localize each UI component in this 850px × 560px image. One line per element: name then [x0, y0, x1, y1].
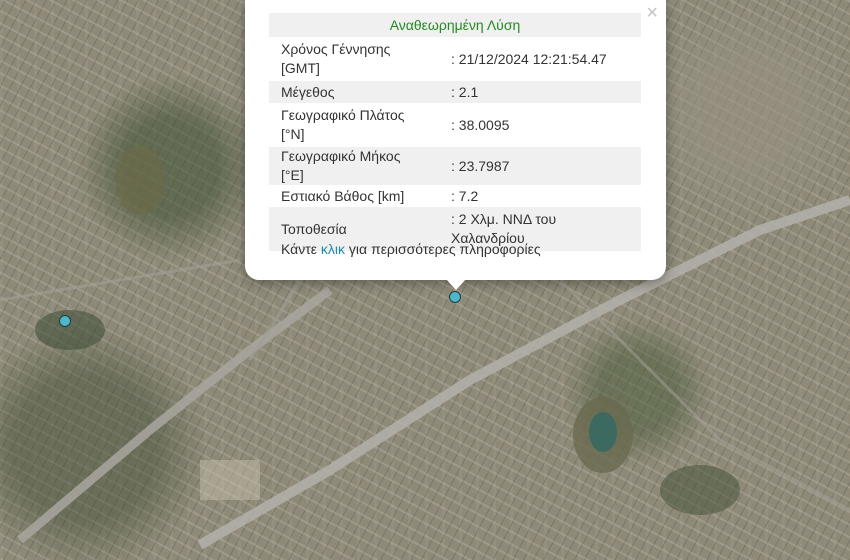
more-info-prefix: Κάντε [281, 241, 321, 257]
magnitude-label: Μέγεθος [269, 81, 439, 103]
longitude-value: : 23.7987 [439, 147, 641, 185]
longitude-label: Γεωγραφικό Μήκος [°E] [269, 147, 439, 185]
origin-time-label: Χρόνος Γέννησης [GMT] [281, 41, 391, 76]
table-row: Εστιακό Βάθος [km] : 7.2 [269, 185, 641, 207]
latitude-label: Γεωγραφικό Πλάτος [°N] [281, 107, 405, 142]
more-info-link[interactable]: κλικ [321, 241, 345, 257]
latitude-value: : 38.0095 [451, 116, 510, 133]
popup-title-row: Αναθεωρημένη Λύση [269, 13, 641, 37]
popup-pointer [446, 279, 466, 290]
table-row: Μέγεθος : 2.1 [269, 81, 641, 103]
origin-time-value: : 21/12/2024 12:21:54.47 [451, 50, 607, 67]
magnitude-value: : 2.1 [439, 81, 641, 103]
earthquake-details-table: Αναθεωρημένη Λύση Χρόνος Γέννησης [GMT] … [269, 13, 641, 251]
depth-label: Εστιακό Βάθος [km] [281, 187, 405, 204]
table-row: Γεωγραφικό Μήκος [°E] : 23.7987 [269, 147, 641, 185]
table-row: Χρόνος Γέννησης [GMT] : 21/12/2024 12:21… [269, 37, 641, 81]
more-info-suffix: για περισσότερες πληροφορίες [345, 241, 541, 257]
earthquake-info-popup: × Αναθεωρημένη Λύση Χρόνος Γέννησης [GMT… [245, 0, 666, 290]
more-info-text: Κάντε κλικ για περισσότερες πληροφορίες [281, 241, 541, 257]
popup-title: Αναθεωρημένη Λύση [269, 13, 641, 37]
earthquake-marker[interactable] [449, 291, 461, 303]
depth-value: : 7.2 [451, 187, 479, 204]
earthquake-marker[interactable] [59, 315, 71, 327]
close-icon[interactable]: × [646, 2, 658, 24]
table-row: Γεωγραφικό Πλάτος [°N] : 38.0095 [269, 103, 641, 147]
